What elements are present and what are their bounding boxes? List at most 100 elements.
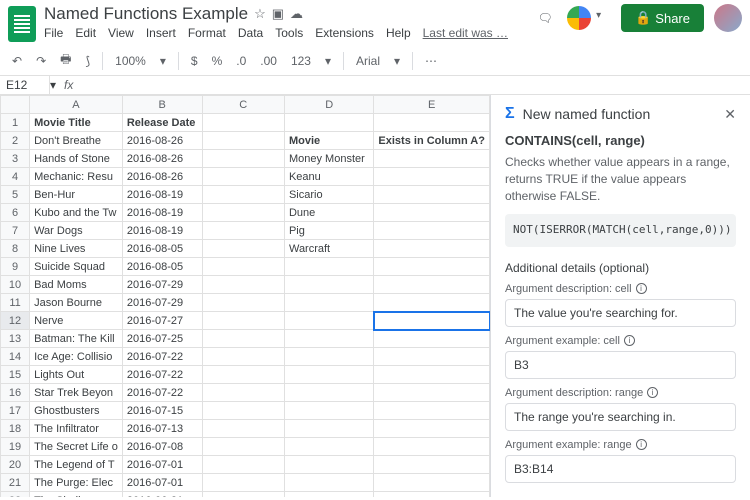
- cell[interactable]: [374, 474, 490, 492]
- cell[interactable]: 2016-08-05: [122, 258, 202, 276]
- row-header[interactable]: 15: [1, 366, 30, 384]
- format-percent[interactable]: %: [208, 52, 227, 70]
- print-icon[interactable]: 🖶: [56, 48, 75, 73]
- cell[interactable]: 2016-07-01: [122, 456, 202, 474]
- row-header[interactable]: 7: [1, 222, 30, 240]
- info-icon[interactable]: i: [636, 283, 647, 294]
- cell[interactable]: [374, 240, 490, 258]
- cell[interactable]: [374, 186, 490, 204]
- more-toolbar-icon[interactable]: ⋯: [421, 52, 441, 70]
- cell[interactable]: [202, 492, 284, 498]
- cell[interactable]: [374, 492, 490, 498]
- row-header[interactable]: 4: [1, 168, 30, 186]
- arg-ex-cell-input[interactable]: [505, 351, 736, 379]
- cell[interactable]: [202, 456, 284, 474]
- cell[interactable]: [284, 294, 373, 312]
- cell[interactable]: [202, 312, 284, 330]
- cell[interactable]: 2016-07-22: [122, 348, 202, 366]
- cell[interactable]: [374, 114, 490, 132]
- row-header[interactable]: 12: [1, 312, 30, 330]
- cell[interactable]: 2016-06-21: [122, 492, 202, 498]
- row-header[interactable]: 1: [1, 114, 30, 132]
- cell[interactable]: [284, 276, 373, 294]
- cell[interactable]: 2016-07-22: [122, 384, 202, 402]
- select-all-corner[interactable]: [1, 96, 30, 114]
- cell[interactable]: [374, 348, 490, 366]
- cell[interactable]: Suicide Squad: [30, 258, 123, 276]
- cell[interactable]: [284, 258, 373, 276]
- cell[interactable]: [202, 204, 284, 222]
- menu-data[interactable]: Data: [238, 26, 263, 40]
- menu-insert[interactable]: Insert: [146, 26, 176, 40]
- column-header-E[interactable]: E: [374, 96, 490, 114]
- menu-extensions[interactable]: Extensions: [315, 26, 374, 40]
- comment-history-icon[interactable]: 🗨: [533, 6, 557, 30]
- move-icon[interactable]: ▣: [272, 6, 284, 22]
- cell[interactable]: [374, 204, 490, 222]
- menu-file[interactable]: File: [44, 26, 63, 40]
- cloud-saved-icon[interactable]: ☁: [290, 6, 303, 22]
- cell[interactable]: [374, 438, 490, 456]
- cell[interactable]: [202, 348, 284, 366]
- row-header[interactable]: 20: [1, 456, 30, 474]
- cell[interactable]: Mechanic: Resu: [30, 168, 123, 186]
- row-header[interactable]: 9: [1, 258, 30, 276]
- cell[interactable]: Jason Bourne: [30, 294, 123, 312]
- info-icon[interactable]: i: [624, 335, 635, 346]
- cell[interactable]: 2016-08-19: [122, 186, 202, 204]
- cell[interactable]: 2016-07-13: [122, 420, 202, 438]
- cell[interactable]: [202, 402, 284, 420]
- cell[interactable]: [284, 420, 373, 438]
- cell[interactable]: Sicario: [284, 186, 373, 204]
- meet-icon[interactable]: [567, 6, 591, 30]
- cell[interactable]: Nerve: [30, 312, 123, 330]
- cell[interactable]: Ben-Hur: [30, 186, 123, 204]
- cell[interactable]: [374, 294, 490, 312]
- menu-help[interactable]: Help: [386, 26, 411, 40]
- cell[interactable]: Don't Breathe: [30, 132, 123, 150]
- cell[interactable]: [284, 492, 373, 498]
- close-icon[interactable]: ✕: [724, 106, 736, 123]
- cell[interactable]: [202, 168, 284, 186]
- row-header[interactable]: 21: [1, 474, 30, 492]
- cell[interactable]: Release Date: [122, 114, 202, 132]
- cell[interactable]: [202, 438, 284, 456]
- info-icon[interactable]: i: [647, 387, 658, 398]
- cell[interactable]: 2016-07-08: [122, 438, 202, 456]
- column-header-A[interactable]: A: [30, 96, 123, 114]
- arg-ex-range-input[interactable]: [505, 455, 736, 483]
- format-currency[interactable]: $: [187, 52, 202, 70]
- cell[interactable]: [374, 150, 490, 168]
- cell[interactable]: [202, 222, 284, 240]
- row-header[interactable]: 3: [1, 150, 30, 168]
- cell[interactable]: 2016-08-26: [122, 168, 202, 186]
- cell[interactable]: 2016-07-29: [122, 294, 202, 312]
- menu-edit[interactable]: Edit: [75, 26, 96, 40]
- share-button[interactable]: 🔒 Share: [621, 4, 704, 32]
- cell[interactable]: [374, 384, 490, 402]
- menu-tools[interactable]: Tools: [275, 26, 303, 40]
- cell[interactable]: 2016-07-29: [122, 276, 202, 294]
- cell[interactable]: [374, 402, 490, 420]
- cell[interactable]: The Shallows: [30, 492, 123, 498]
- cell[interactable]: Bad Moms: [30, 276, 123, 294]
- cell[interactable]: [284, 312, 373, 330]
- row-header[interactable]: 14: [1, 348, 30, 366]
- cell[interactable]: [202, 186, 284, 204]
- column-header-B[interactable]: B: [122, 96, 202, 114]
- zoom-select[interactable]: 100%: [111, 52, 150, 70]
- row-header[interactable]: 11: [1, 294, 30, 312]
- cell[interactable]: [202, 384, 284, 402]
- cell[interactable]: Ghostbusters: [30, 402, 123, 420]
- document-title[interactable]: Named Functions Example: [44, 4, 248, 24]
- row-header[interactable]: 6: [1, 204, 30, 222]
- cell[interactable]: Dune: [284, 204, 373, 222]
- cell[interactable]: [202, 240, 284, 258]
- row-header[interactable]: 17: [1, 402, 30, 420]
- cell[interactable]: Movie: [284, 132, 373, 150]
- cell[interactable]: [202, 132, 284, 150]
- cell[interactable]: 2016-07-15: [122, 402, 202, 420]
- row-header[interactable]: 8: [1, 240, 30, 258]
- cell[interactable]: 2016-08-19: [122, 222, 202, 240]
- cell[interactable]: Money Monster: [284, 150, 373, 168]
